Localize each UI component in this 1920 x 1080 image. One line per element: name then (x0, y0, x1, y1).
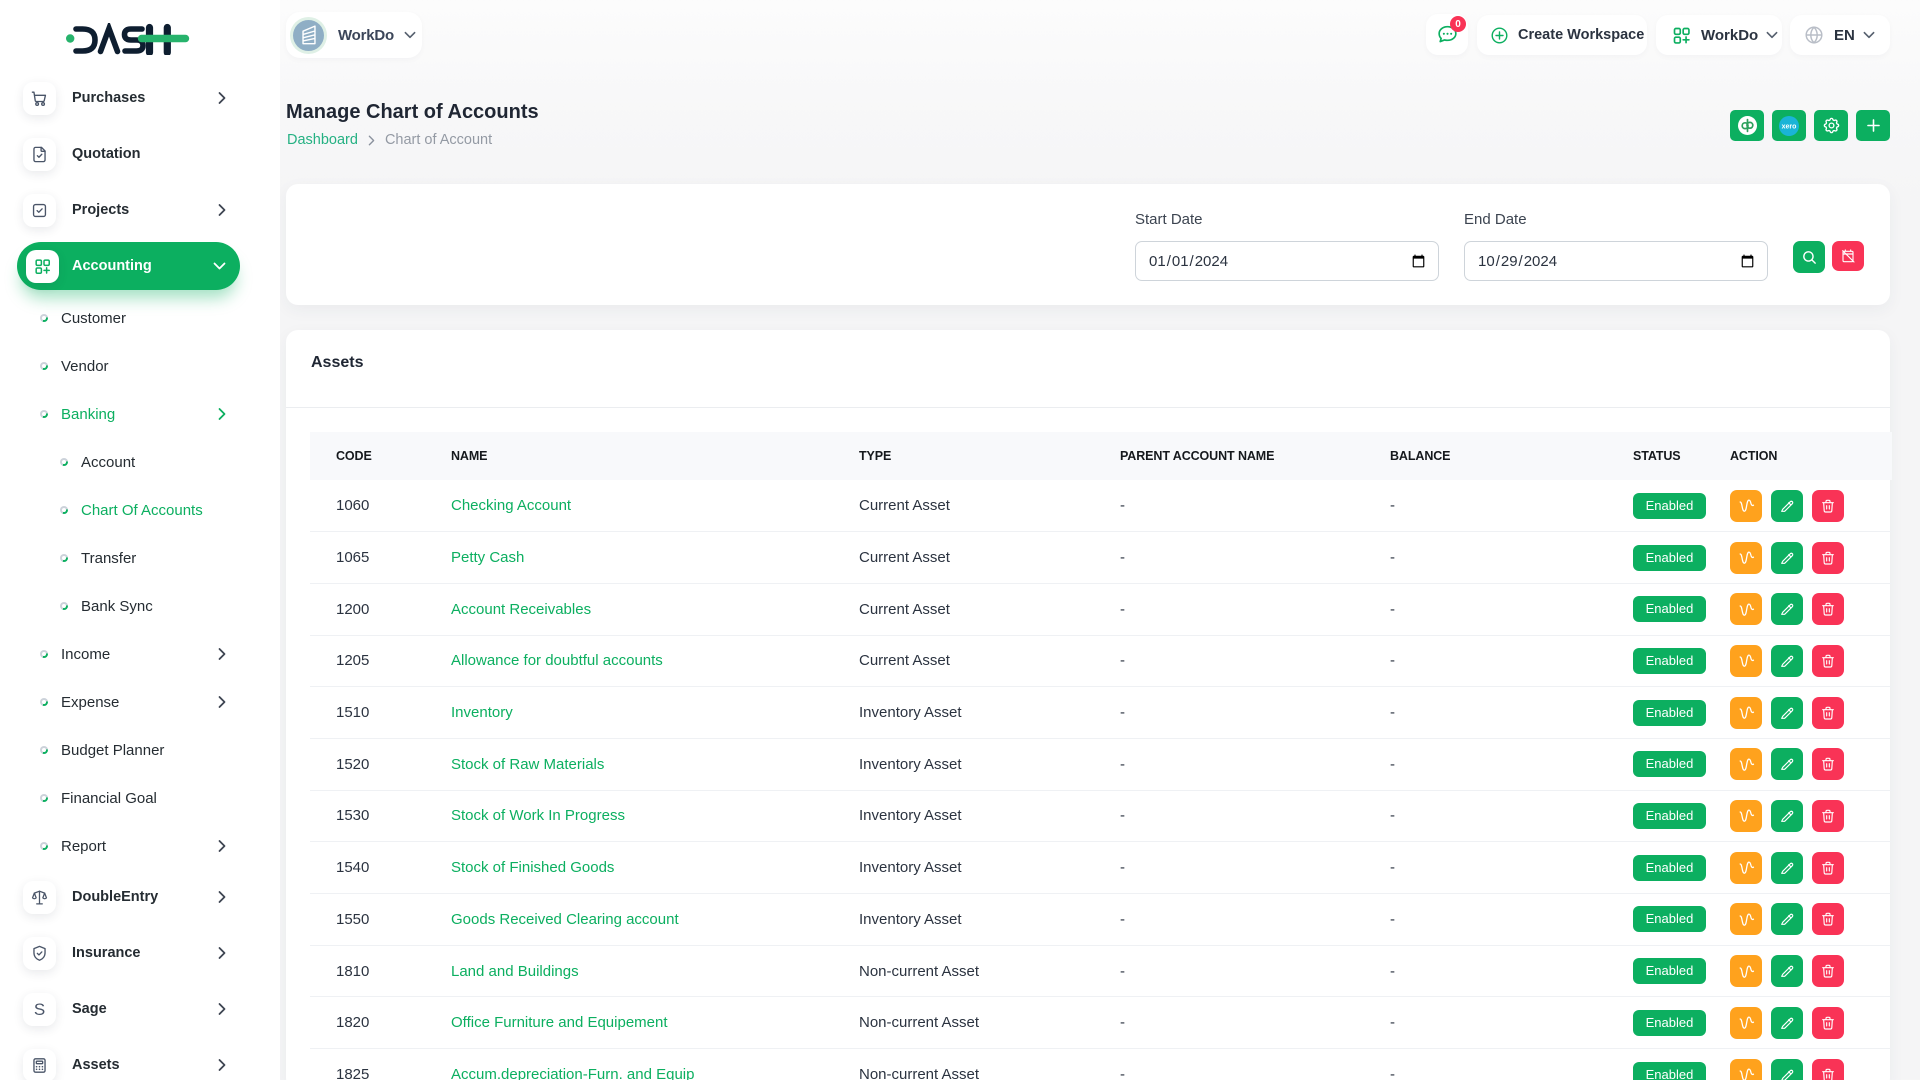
svg-text:xero: xero (1782, 123, 1797, 130)
